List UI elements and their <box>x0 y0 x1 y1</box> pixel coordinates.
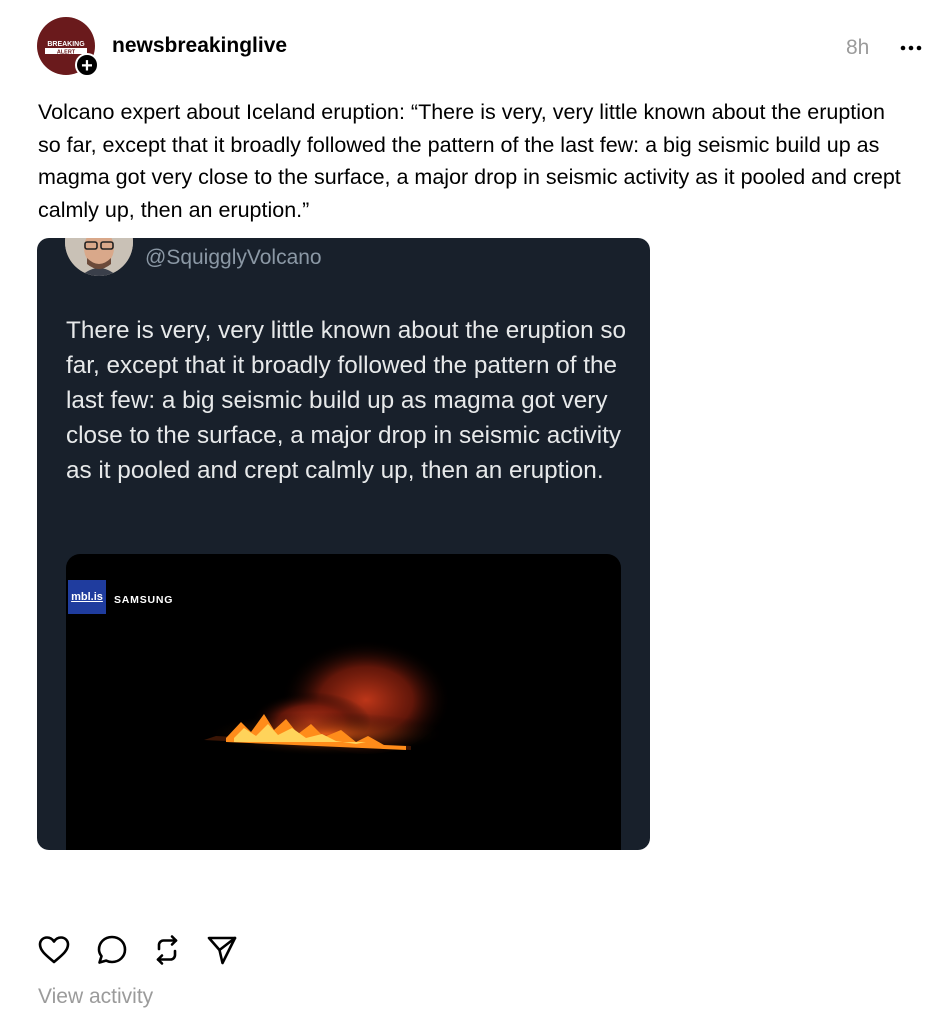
more-options-icon[interactable] <box>900 38 922 58</box>
account-avatar[interactable]: BREAKING ALERT + <box>37 17 99 77</box>
embedded-author-handle: @SquigglyVolcano <box>145 246 322 269</box>
embedded-post-text: There is very, very little known about t… <box>66 317 627 484</box>
comment-icon[interactable] <box>95 933 129 967</box>
post-caption: Volcano expert about Iceland eruption: “… <box>38 100 901 223</box>
svg-text:BREAKING: BREAKING <box>47 41 85 48</box>
mbl-logo: mbl.is <box>68 580 106 614</box>
eruption-video[interactable]: mbl.is SAMSUNG <box>66 554 621 850</box>
repost-icon[interactable] <box>150 933 184 967</box>
embedded-author-avatar <box>65 238 133 276</box>
share-icon[interactable] <box>205 933 239 967</box>
heart-icon[interactable] <box>37 933 71 967</box>
view-activity-link[interactable]: View activity <box>38 985 153 1009</box>
sponsor-label: SAMSUNG <box>114 594 174 606</box>
follow-plus-icon[interactable]: + <box>75 53 99 77</box>
post-username[interactable]: newsbreakinglive <box>112 34 287 58</box>
post-timestamp: 8h <box>846 36 870 59</box>
svg-text:ALERT: ALERT <box>57 49 76 55</box>
embedded-post-image[interactable]: @SquigglyVolcano There is very, very lit… <box>37 238 650 850</box>
